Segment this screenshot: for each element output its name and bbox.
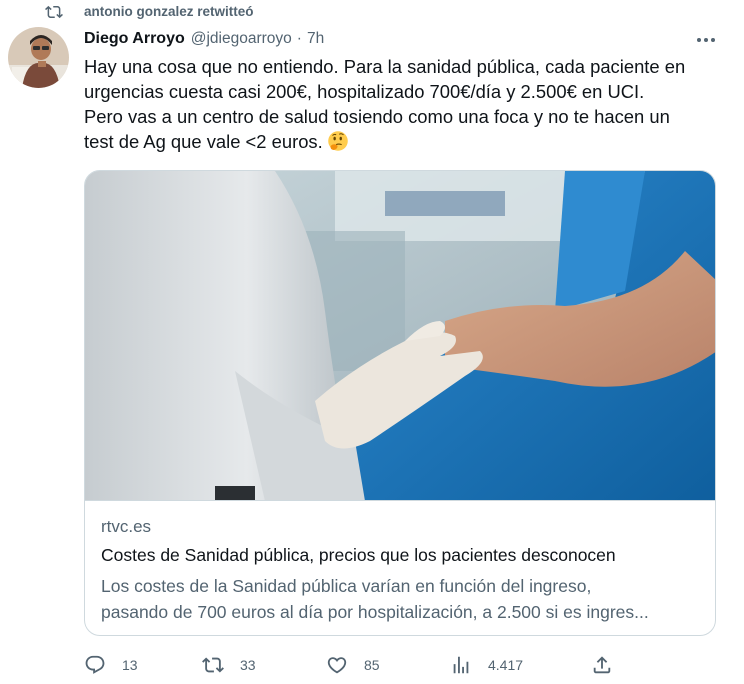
tweet-actions: 13 33 85 4.417 xyxy=(80,650,720,680)
views-count: 4.417 xyxy=(488,657,524,673)
author-handle[interactable]: @jdiegoarroyo xyxy=(191,30,292,48)
more-icon xyxy=(697,38,715,42)
separator-dot: · xyxy=(296,30,302,47)
share-button[interactable] xyxy=(591,650,613,680)
tweet-line-text: test de Ag que vale <2 euros. xyxy=(84,131,323,152)
tweet-text: Hay una cosa que no entiendo. Para la sa… xyxy=(84,54,729,154)
heart-icon xyxy=(327,657,347,674)
retweet-icon xyxy=(202,657,224,673)
card-image xyxy=(85,171,715,501)
card-photo xyxy=(85,171,715,500)
reply-count: 13 xyxy=(122,657,138,673)
retweet-count: 33 xyxy=(240,657,256,673)
like-button[interactable]: 85 xyxy=(326,650,380,680)
tweet-line: urgencias cuesta casi 200€, hospitalizad… xyxy=(84,81,645,102)
share-icon xyxy=(593,656,611,674)
analytics-icon xyxy=(453,656,469,674)
tweet-time[interactable]: 7h xyxy=(307,30,324,48)
avatar[interactable] xyxy=(8,27,69,88)
card-description-line: Los costes de la Sanidad pública varían … xyxy=(101,576,592,596)
card-title: Costes de Sanidad pública, precios que l… xyxy=(101,545,616,565)
tweet-header: Diego Arroyo @jdiegoarroyo · 7h xyxy=(84,28,324,50)
avatar-image xyxy=(8,27,69,88)
thinking-face-emoji xyxy=(327,131,348,151)
retweet-button[interactable]: 33 xyxy=(202,650,256,680)
reply-button[interactable]: 13 xyxy=(84,650,138,680)
author-name[interactable]: Diego Arroyo xyxy=(84,30,185,48)
reply-icon xyxy=(85,655,105,674)
like-count: 85 xyxy=(364,657,380,673)
card-description-line: pasando de 700 euros al día por hospital… xyxy=(101,602,649,622)
views-button[interactable]: 4.417 xyxy=(450,650,523,680)
more-options-button[interactable] xyxy=(694,30,718,50)
card-description: Los costes de la Sanidad pública varían … xyxy=(101,573,701,625)
tweet-line: Hay una cosa que no entiendo. Para la sa… xyxy=(84,56,686,77)
tweet-line: Pero vas a un centro de salud tosiendo c… xyxy=(84,106,670,127)
retweet-icon xyxy=(45,5,63,19)
link-card[interactable]: rtvc.es Costes de Sanidad pública, preci… xyxy=(84,170,716,636)
tweet-line-last: test de Ag que vale <2 euros. xyxy=(84,129,729,154)
retweet-label[interactable]: antonio gonzalez retwitteó xyxy=(84,4,254,19)
card-domain: rtvc.es xyxy=(101,517,152,536)
